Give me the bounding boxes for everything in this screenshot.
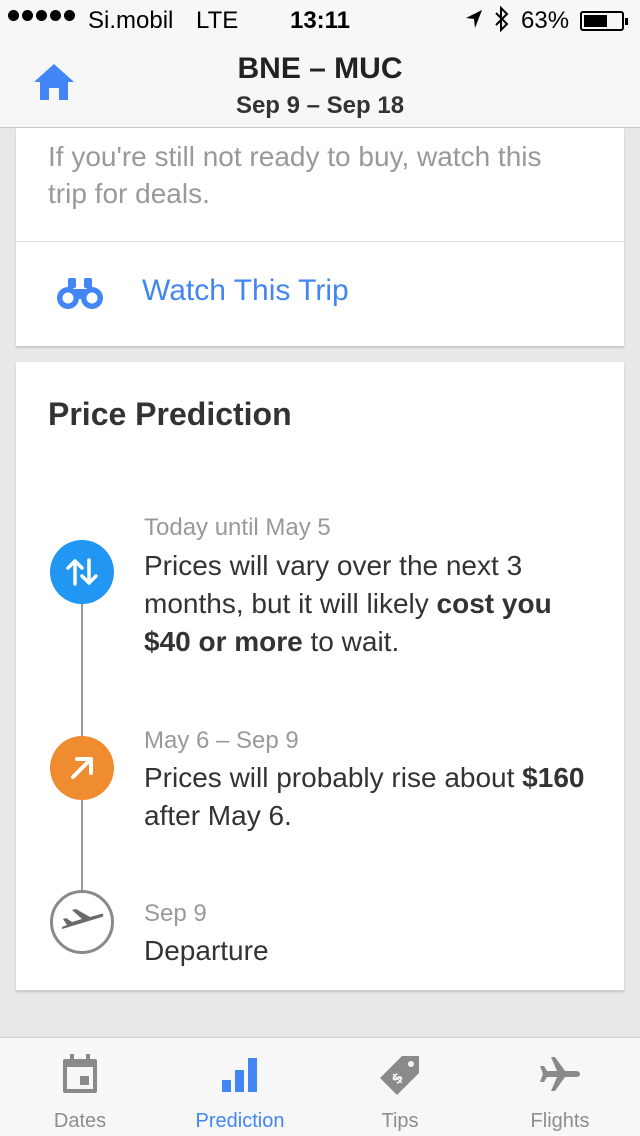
prediction-text: Prices will probably rise about $160 aft… bbox=[144, 762, 585, 831]
price-tag-icon: $ bbox=[320, 1054, 480, 1100]
rise-arrow-icon bbox=[50, 736, 114, 800]
calendar-icon bbox=[0, 1054, 160, 1100]
tab-label: Dates bbox=[53, 1110, 107, 1132]
tab-prediction[interactable]: Prediction bbox=[160, 1038, 320, 1136]
app-header: BNE – MUC Sep 9 – Sep 18 bbox=[0, 40, 640, 128]
tab-label: Flights bbox=[530, 1110, 590, 1132]
price-prediction-title: Price Prediction bbox=[48, 396, 292, 432]
airplane-icon bbox=[480, 1054, 640, 1100]
prediction-date: May 6 – Sep 9 bbox=[144, 727, 299, 754]
bluetooth-icon bbox=[494, 5, 510, 39]
bar-chart-icon bbox=[160, 1054, 320, 1100]
binoculars-icon bbox=[56, 275, 104, 316]
watch-trip-label: Watch This Trip bbox=[142, 274, 349, 307]
battery-icon bbox=[580, 11, 628, 31]
watch-trip-button[interactable]: Watch This Trip bbox=[16, 242, 624, 346]
tab-label: Tips bbox=[381, 1110, 419, 1132]
prediction-text: Departure bbox=[144, 935, 269, 966]
tab-bar: Dates Prediction $ Tips Flights bbox=[0, 1037, 640, 1136]
tab-flights[interactable]: Flights bbox=[480, 1038, 640, 1136]
status-bar: Si.mobil LTE 13:11 63% bbox=[0, 0, 640, 40]
vary-arrows-icon bbox=[50, 540, 114, 604]
trip-route: BNE – MUC bbox=[237, 52, 403, 85]
price-prediction-card: Price Prediction Today until May 5 Price… bbox=[16, 362, 624, 990]
airplane-icon bbox=[50, 890, 114, 954]
prediction-date: Today until May 5 bbox=[144, 514, 331, 541]
tab-tips[interactable]: $ Tips bbox=[320, 1038, 480, 1136]
prediction-date: Sep 9 bbox=[144, 900, 207, 927]
battery-percent: 63% bbox=[521, 7, 570, 34]
location-arrow-icon bbox=[464, 8, 484, 37]
tab-label: Prediction bbox=[195, 1110, 285, 1132]
watch-trip-card: If you're still not ready to buy, watch … bbox=[16, 128, 624, 346]
tab-dates[interactable]: Dates bbox=[0, 1038, 160, 1136]
watch-trip-description: If you're still not ready to buy, watch … bbox=[48, 141, 542, 209]
prediction-text: Prices will vary over the next 3 months,… bbox=[144, 550, 552, 657]
timeline-line bbox=[81, 570, 83, 900]
trip-dates: Sep 9 – Sep 18 bbox=[235, 92, 405, 119]
